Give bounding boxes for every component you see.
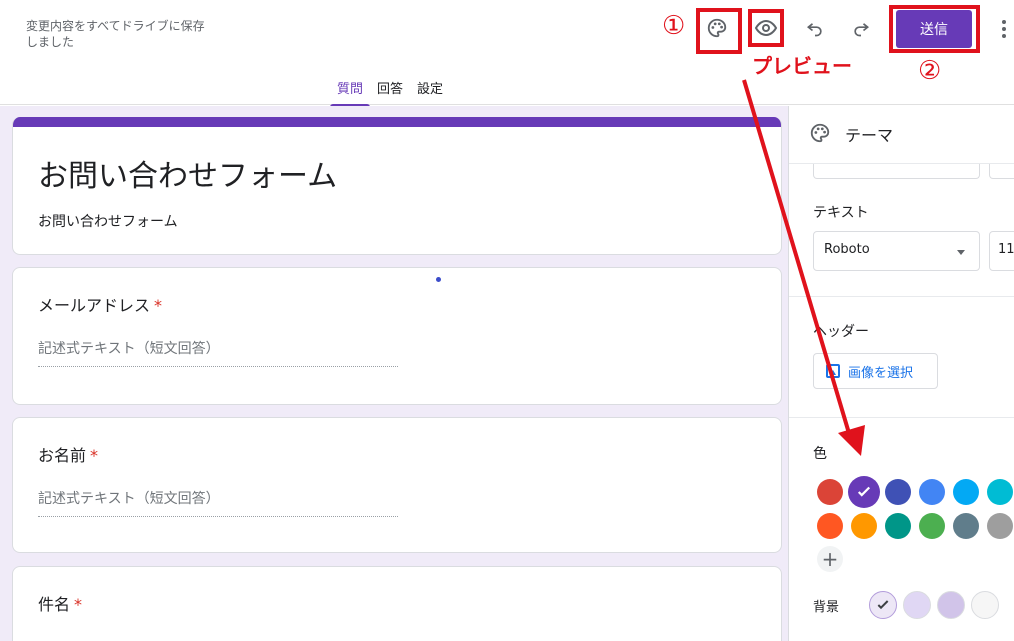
color-section-label: 色: [813, 446, 827, 462]
question-title[interactable]: お名前 *: [38, 442, 98, 466]
check-icon: [857, 486, 871, 497]
theme-panel-header: テーマ: [789, 106, 1014, 164]
top-app-bar: 変更内容をすべてドライブに保存しました 送信 質問 回答 設定: [0, 0, 1014, 107]
divider: [789, 296, 1014, 297]
tab-questions[interactable]: 質問: [330, 70, 371, 107]
short-answer-placeholder: 記述式テキスト（短文回答）: [38, 338, 398, 367]
required-asterisk: *: [154, 296, 163, 315]
select-image-button[interactable]: 画像を選択: [813, 353, 938, 389]
question-card[interactable]: メールアドレス * 記述式テキスト（短文回答）: [12, 267, 782, 405]
more-vert-icon: [1002, 20, 1006, 24]
form-title-card[interactable]: お問い合わせフォーム お問い合わせフォーム: [12, 117, 782, 255]
color-swatch[interactable]: [817, 479, 843, 505]
more-options-button[interactable]: [994, 14, 1014, 44]
image-icon: [826, 364, 840, 378]
form-title[interactable]: お問い合わせフォーム: [38, 151, 337, 195]
select-image-label: 画像を選択: [848, 365, 914, 381]
color-swatch[interactable]: [885, 513, 911, 539]
text-section-label: テキスト: [813, 205, 869, 221]
question-card[interactable]: お名前 * 記述式テキスト（短文回答）: [12, 417, 782, 553]
theme-panel-title: テーマ: [845, 126, 894, 145]
color-swatch[interactable]: [919, 479, 945, 505]
undo-button[interactable]: [797, 10, 833, 46]
save-status-text: 変更内容をすべてドライブに保存しました: [26, 19, 205, 49]
form-description[interactable]: お問い合わせフォーム: [38, 211, 178, 231]
more-vert-icon-dot: [1002, 27, 1006, 31]
question-title-text: 件名: [38, 595, 71, 614]
dropdown-arrow-icon: [957, 250, 965, 255]
question-title-text: メールアドレス: [38, 296, 151, 315]
redo-button[interactable]: [843, 10, 879, 46]
background-swatch[interactable]: [903, 591, 931, 619]
form-tabs: 質問 回答 設定: [330, 70, 450, 107]
palette-icon: [810, 123, 830, 143]
required-asterisk: *: [74, 595, 83, 614]
color-swatch[interactable]: [953, 513, 979, 539]
annotation-box-theme: [696, 8, 742, 54]
question-card[interactable]: 件名 *: [12, 566, 782, 641]
more-vert-icon-dot: [1002, 34, 1006, 38]
annotation-number-1: ①: [662, 11, 686, 41]
drag-handle-dot[interactable]: [436, 277, 441, 282]
theme-panel: テーマ テキスト Roboto 11 ヘッダー 画像を選択 色 + 背景: [788, 106, 1014, 641]
text-size-select[interactable]: 11: [989, 231, 1014, 271]
color-swatch[interactable]: [885, 479, 911, 505]
annotation-preview-label: プレビュー: [752, 54, 852, 78]
heading-font-select[interactable]: [813, 164, 980, 179]
add-custom-color-button[interactable]: +: [817, 546, 843, 572]
color-swatch[interactable]: [851, 513, 877, 539]
question-title[interactable]: メールアドレス *: [38, 292, 162, 316]
title-card-accent-bar: [13, 117, 781, 127]
color-swatch[interactable]: [817, 513, 843, 539]
annotation-number-2: ②: [918, 56, 942, 86]
question-title[interactable]: 件名 *: [38, 591, 82, 615]
check-icon: [877, 600, 889, 610]
annotation-box-preview: [748, 9, 784, 47]
background-section-label: 背景: [813, 600, 840, 615]
background-swatch[interactable]: [937, 591, 965, 619]
background-swatch[interactable]: [971, 591, 999, 619]
required-asterisk: *: [90, 446, 99, 465]
short-answer-placeholder: 記述式テキスト（短文回答）: [38, 488, 398, 517]
background-swatch[interactable]: [869, 591, 897, 619]
redo-icon: [854, 23, 870, 37]
annotation-box-send: [889, 5, 980, 53]
font-value: Roboto: [824, 242, 870, 257]
color-swatch[interactable]: [953, 479, 979, 505]
color-swatch[interactable]: [848, 476, 880, 508]
tab-settings[interactable]: 設定: [410, 70, 450, 107]
color-swatch[interactable]: [919, 513, 945, 539]
undo-icon: [806, 23, 822, 37]
text-font-select[interactable]: Roboto: [813, 231, 980, 271]
color-swatch[interactable]: [987, 513, 1013, 539]
header-section-label: ヘッダー: [813, 324, 869, 340]
divider: [789, 417, 1014, 418]
form-editor-area: お問い合わせフォーム お問い合わせフォーム メールアドレス * 記述式テキスト（短…: [0, 106, 788, 641]
color-swatch[interactable]: [987, 479, 1013, 505]
heading-size-select[interactable]: [989, 164, 1014, 179]
question-title-text: お名前: [38, 446, 87, 465]
tab-responses[interactable]: 回答: [370, 70, 410, 107]
